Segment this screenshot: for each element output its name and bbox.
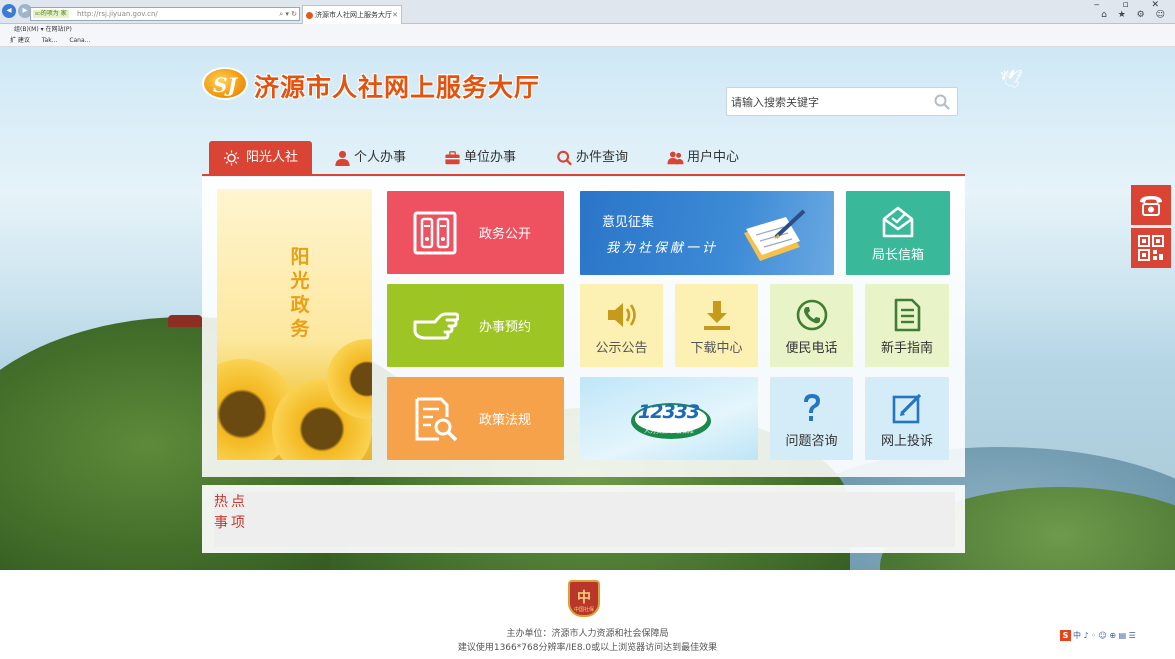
footer-sponsor: 主办单位：济源市人力资源和社会保障局	[506, 629, 669, 639]
hotline-number: 12333	[638, 401, 700, 423]
consult-tile[interactable]: 问题咨询	[770, 377, 853, 460]
sun-icon	[223, 150, 240, 166]
footer-suggestion: 建议使用1366*768分辨率/IE8.0或以上浏览器访问达到最佳效果	[457, 643, 718, 653]
download-tile[interactable]: 下载中心	[675, 284, 758, 367]
menu-bar[interactable]: 组(B)(M) ▾ 在网站(P)	[0, 24, 1175, 35]
tab-label: 个人办事	[354, 150, 407, 165]
question-icon	[803, 394, 820, 421]
window-controls[interactable]: ‒ ▫ ✕	[1094, 0, 1169, 10]
pointing-hand-icon	[413, 312, 459, 340]
bird-icon: 🕊	[1000, 69, 1023, 90]
tab-label: 单位办事	[464, 150, 517, 165]
appointment-tile[interactable]: 办事预约	[387, 284, 564, 367]
favorites-bar: 扩 建议 Tak... Cana...	[0, 35, 1175, 47]
download-icon	[703, 301, 730, 330]
emblem-sub: 中国社保	[573, 607, 594, 613]
phone-tile[interactable]: 便民电话	[770, 284, 853, 367]
hot-topics-list	[214, 492, 955, 547]
tile-label: 下载中心	[690, 341, 743, 356]
guide-tile[interactable]: 新手指南	[865, 284, 949, 367]
tile-label: 政策法规	[479, 413, 532, 428]
ime-toolbar[interactable]: S中 ♪ ◦ ☺ ⊕ ▤ ☰	[1060, 630, 1148, 642]
main-nav: 阳光人社 个人办事 单位办事 办件查询 用户中心	[202, 141, 965, 176]
tile-label: 新手指南	[880, 341, 933, 356]
search-icon[interactable]	[934, 94, 950, 110]
browser-right-icons[interactable]: ⌂ ★ ⚙ ☺	[1101, 10, 1169, 20]
address-bar[interactable]: ဆ的项为 家 http://rsj.jiyuan.gov.cn/ ⌕ ▾ ↻	[30, 7, 300, 21]
mailbox-tile[interactable]: 局长信箱	[846, 191, 950, 275]
tile-label: 政务公开	[479, 227, 532, 242]
pagoda-shape	[168, 315, 202, 327]
users-icon	[667, 151, 684, 165]
search-input[interactable]	[731, 92, 927, 112]
magnifier-icon	[557, 150, 572, 166]
gov-open-tile[interactable]: 政务公开	[387, 191, 564, 274]
hot-label-line: 事项	[214, 515, 248, 531]
tile-label: 问题咨询	[785, 434, 838, 449]
tab-close-icon[interactable]: ✕	[392, 6, 398, 24]
binder-icon	[413, 211, 457, 255]
hot-topics-label: 热点 事项	[214, 492, 254, 534]
policy-tile[interactable]: 政策法规	[387, 377, 564, 460]
tab-label: 办件查询	[576, 150, 629, 165]
browser-toolbar: ◂ ▸ ဆ的项为 家 http://rsj.jiyuan.gov.cn/ ⌕ ▾…	[0, 0, 1175, 24]
person-icon	[335, 150, 350, 166]
ime-badge: S	[1060, 630, 1071, 641]
footer: 中 中国社保 主办单位：济源市人力资源和社会保障局 建议使用1366*768分辨…	[0, 570, 1175, 659]
document-icon	[894, 298, 921, 332]
url-tag: ဆ的项为 家	[33, 10, 69, 18]
telephone-icon	[1140, 196, 1162, 216]
edit-icon	[892, 393, 922, 424]
hot-label-line: 热点	[214, 494, 248, 510]
favorite-item[interactable]: Cana...	[69, 37, 90, 44]
tab-company[interactable]: 单位办事	[442, 141, 516, 174]
opinion-title: 意见征集	[602, 215, 655, 230]
hot-topics-section: 热点 事项	[202, 485, 965, 553]
browser-tab[interactable]: 济源市人社网上服务大厅 ✕	[302, 5, 402, 24]
favorite-item[interactable]: Tak...	[42, 37, 58, 44]
tab-label: 阳光人社	[246, 150, 299, 165]
tab-label: 用户中心	[687, 150, 740, 165]
hotline-banner[interactable]: 12333 人力资源 社会保障	[580, 377, 758, 460]
site-title: 济源市人社网上服务大厅	[254, 73, 541, 102]
sunshine-banner[interactable]: 阳光政务	[217, 189, 372, 460]
banner-text: 阳光政务	[290, 246, 310, 340]
phone-icon	[796, 299, 827, 331]
float-qrcode-button[interactable]	[1131, 228, 1171, 268]
hotline-slogan: 人力资源 社会保障	[644, 428, 694, 435]
tab-user-center[interactable]: 用户中心	[665, 141, 739, 174]
logo-mark: SJ	[202, 67, 248, 100]
tab-query[interactable]: 办件查询	[554, 141, 628, 174]
tab-title: 济源市人社网上服务大厅	[315, 11, 392, 19]
favicon-icon	[306, 12, 313, 19]
social-security-emblem: 中 中国社保	[568, 580, 600, 617]
float-phone-button[interactable]	[1131, 185, 1171, 225]
favorite-item[interactable]: 扩 建议	[10, 37, 30, 44]
back-button[interactable]: ◂	[2, 4, 16, 18]
emblem-char: 中	[577, 590, 591, 606]
tile-label: 公示公告	[595, 341, 648, 356]
tile-label: 局长信箱	[871, 248, 924, 263]
tile-label: 便民电话	[785, 341, 838, 356]
qrcode-icon	[1138, 235, 1164, 261]
tile-label: 办事预约	[479, 320, 532, 335]
complaint-tile[interactable]: 网上投诉	[865, 377, 949, 460]
document-search-icon	[415, 397, 458, 442]
opinion-slogan: 我为社保献一计	[606, 241, 719, 256]
notepad-pen-icon	[744, 209, 806, 261]
speaker-icon	[607, 303, 636, 327]
tile-label: 网上投诉	[880, 434, 933, 449]
envelope-icon	[882, 206, 914, 238]
ime-text: 中 ♪ ◦ ☺ ⊕ ▤ ☰	[1073, 631, 1136, 640]
notice-tile[interactable]: 公示公告	[580, 284, 663, 367]
main-panel: 阳光政务 政务公开 办事预约 政策法规 意见征集 我为社保献一计 局长信箱 公示…	[202, 177, 965, 477]
tab-personal[interactable]: 个人办事	[332, 141, 406, 174]
briefcase-icon	[445, 151, 460, 165]
opinion-banner[interactable]: 意见征集 我为社保献一计	[580, 191, 834, 275]
search-box	[726, 87, 958, 116]
url-text: http://rsj.jiyuan.gov.cn/	[77, 10, 158, 18]
address-bar-icons[interactable]: ⌕ ▾ ↻	[279, 8, 297, 20]
tab-sunshine[interactable]: 阳光人社	[209, 141, 313, 174]
